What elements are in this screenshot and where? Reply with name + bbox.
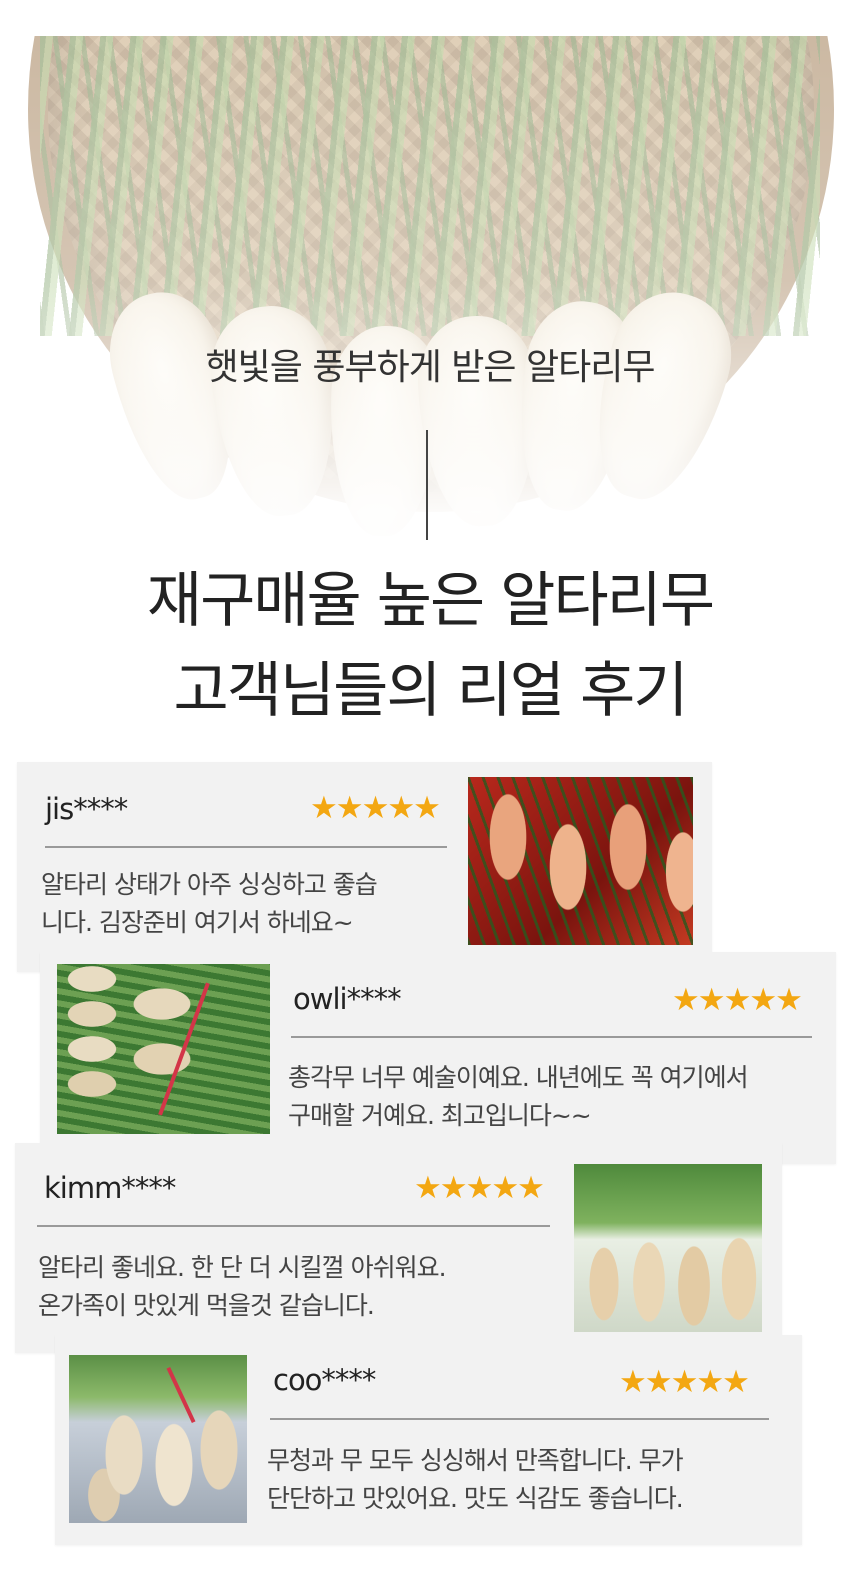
kimchi-photo: [468, 777, 693, 945]
hero-subtitle: 햇빛을 풍부하게 받은 알타리무: [205, 347, 656, 388]
review-username: kimm****: [44, 1171, 176, 1205]
review-text-line: 온가족이 맛있게 먹을것 같습니다.: [38, 1291, 375, 1320]
hero-title-line-1: 재구매율 높은 알타리무: [146, 566, 715, 636]
review-card: jis**** ★★★★★ 알타리 상태가 아주 싱싱하고 좋습 니다. 김장준…: [17, 762, 712, 972]
hero-title: 재구매율 높은 알타리무 고객님들의 리얼 후기: [0, 556, 860, 736]
held-radish-photo: [69, 1355, 247, 1523]
review-divider: [45, 846, 447, 848]
radish-bundle-photo: [57, 964, 270, 1134]
review-text: 알타리 좋네요. 한 단 더 시킬껄 아쉬워요. 온가족이 맛있게 먹을것 같습…: [38, 1249, 447, 1325]
star-rating-icon: ★★★★★: [672, 982, 803, 1018]
review-card: coo**** ★★★★★ 무청과 무 모두 싱싱해서 만족합니다. 무가 단단…: [55, 1335, 802, 1545]
review-text-line: 알타리 좋네요. 한 단 더 시킬껄 아쉬워요.: [38, 1253, 447, 1282]
review-text-line: 알타리 상태가 아주 싱싱하고 좋습: [41, 870, 378, 899]
review-text: 알타리 상태가 아주 싱싱하고 좋습 니다. 김장준비 여기서 하네요~: [41, 866, 378, 942]
review-card: kimm**** ★★★★★ 알타리 좋네요. 한 단 더 시킬껄 아쉬워요. …: [15, 1143, 782, 1353]
review-divider: [270, 1418, 769, 1420]
review-text-line: 니다. 김장준비 여기서 하네요~: [41, 908, 354, 937]
review-text-line: 구매할 거예요. 최고입니다~~: [288, 1101, 592, 1130]
ribbon-tie: [166, 1366, 196, 1424]
review-username: owli****: [293, 982, 402, 1016]
review-text: 총각무 너무 예술이예요. 내년에도 꼭 여기에서 구매할 거예요. 최고입니다…: [288, 1059, 749, 1135]
review-text-line: 총각무 너무 예술이예요. 내년에도 꼭 여기에서: [288, 1063, 749, 1092]
review-divider: [291, 1036, 812, 1038]
review-text: 무청과 무 모두 싱싱해서 만족합니다. 무가 단단하고 맛있어요. 맛도 식감…: [267, 1442, 684, 1518]
star-rating-icon: ★★★★★: [619, 1364, 750, 1400]
hero-banner: 햇빛을 풍부하게 받은 알타리무 재구매율 높은 알타리무 고객님들의 리얼 후…: [0, 36, 860, 736]
star-rating-icon: ★★★★★: [310, 790, 441, 826]
hero-title-line-2: 고객님들의 리얼 후기: [173, 656, 689, 726]
review-username: coo****: [273, 1363, 376, 1397]
star-rating-icon: ★★★★★: [414, 1170, 545, 1206]
review-username: jis****: [45, 792, 128, 826]
review-divider: [37, 1225, 550, 1227]
review-text-line: 무청과 무 모두 싱싱해서 만족합니다. 무가: [267, 1446, 684, 1475]
ribbon-tie: [158, 982, 210, 1116]
review-card: owli**** ★★★★★ 총각무 너무 예술이예요. 내년에도 꼭 여기에서…: [40, 952, 836, 1164]
vertical-divider: [426, 430, 428, 540]
review-text-line: 단단하고 맛있어요. 맛도 식감도 좋습니다.: [267, 1484, 684, 1513]
standing-radish-photo: [574, 1164, 762, 1332]
